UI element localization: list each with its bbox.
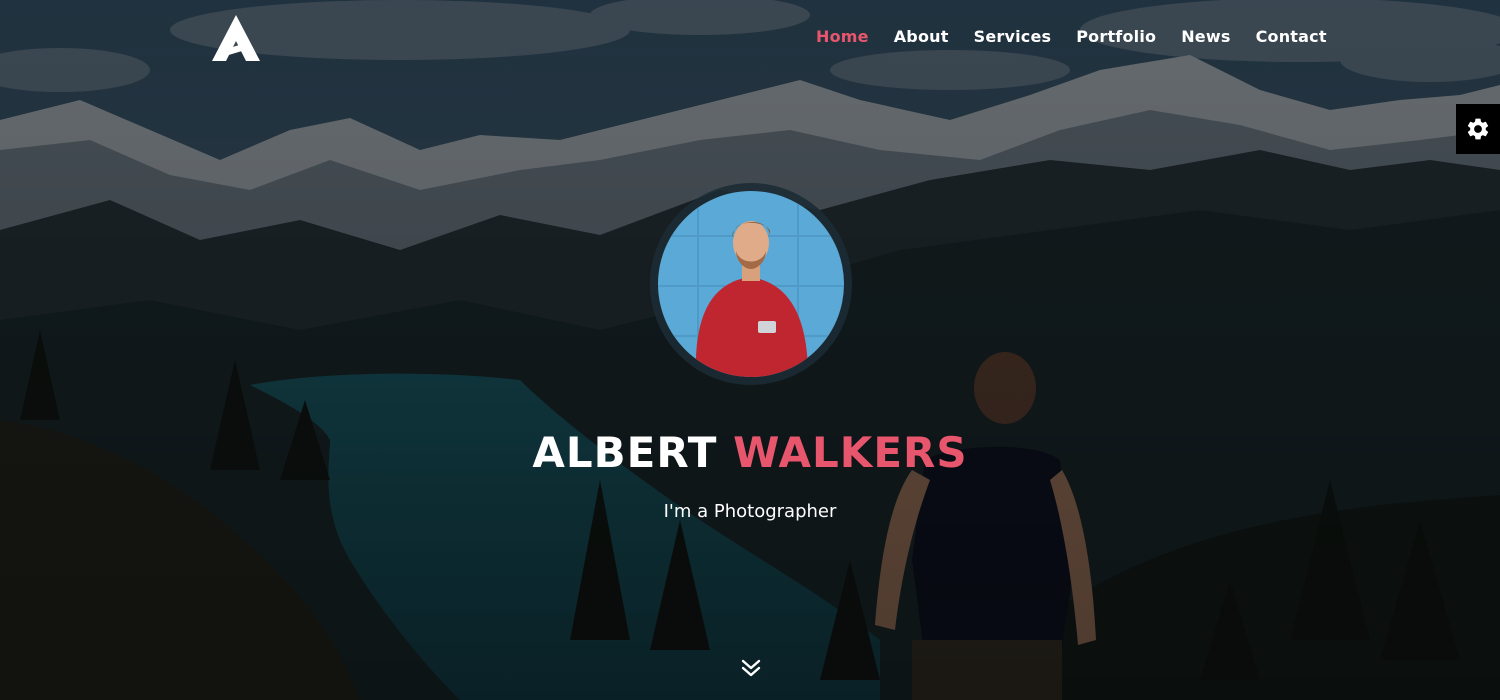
hero-section: Home About Services Portfolio News Conta…: [0, 0, 1500, 700]
hero-tagline: I'm a Photographer: [663, 501, 837, 522]
hero-last-name: WALKERS: [733, 428, 968, 477]
hero-first-name: ALBERT: [532, 428, 718, 477]
main-nav: Home About Services Portfolio News Conta…: [816, 27, 1327, 46]
nav-item-services[interactable]: Services: [974, 27, 1052, 46]
avatar-frame: [650, 183, 852, 385]
nav-item-about[interactable]: About: [894, 27, 949, 46]
settings-toggle-button[interactable]: [1456, 104, 1500, 154]
chevron-double-down-icon[interactable]: [739, 656, 763, 680]
avatar: [658, 191, 844, 377]
hero-name: ALBERT WALKERS: [0, 428, 1500, 477]
nav-item-contact[interactable]: Contact: [1256, 27, 1327, 46]
gear-icon: [1467, 118, 1489, 140]
nav-item-portfolio[interactable]: Portfolio: [1076, 27, 1156, 46]
logo-icon[interactable]: [210, 13, 262, 63]
nav-item-home[interactable]: Home: [816, 27, 869, 46]
nav-item-news[interactable]: News: [1181, 27, 1230, 46]
